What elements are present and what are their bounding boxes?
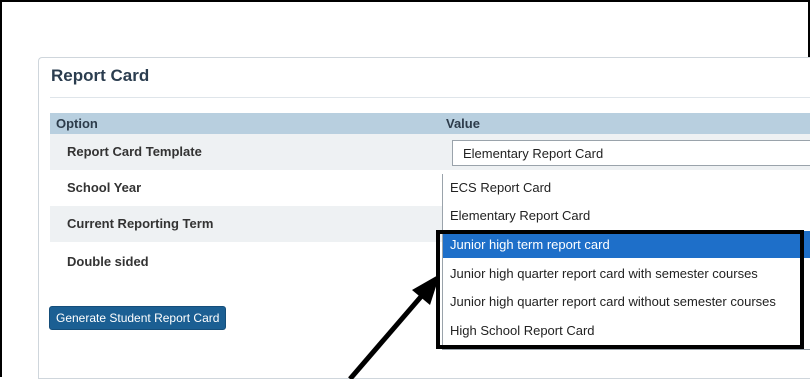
panel-title: Report Card — [51, 66, 150, 85]
row-label-template: Report Card Template — [67, 144, 202, 159]
row-label-reporting-term: Current Reporting Term — [67, 216, 214, 231]
dropdown-option-selected[interactable]: Junior high term report card — [443, 231, 810, 258]
generate-report-card-button[interactable]: Generate Student Report Card — [49, 306, 227, 330]
row-label-school-year: School Year — [67, 180, 142, 195]
table-row: Report Card Template Elementary Report C… — [50, 134, 810, 170]
dropdown-option[interactable]: Junior high quarter report card without … — [443, 288, 810, 315]
template-select-value: Elementary Report Card — [463, 146, 604, 161]
dropdown-option[interactable]: ECS Report Card — [443, 174, 810, 201]
title-divider — [50, 97, 810, 98]
header-option: Option — [56, 116, 98, 131]
row-label-double-sided: Double sided — [67, 254, 149, 269]
header-value: Value — [446, 116, 480, 131]
dropdown-option[interactable]: Junior high quarter report card with sem… — [443, 260, 810, 287]
template-dropdown-list: ECS Report Card Elementary Report Card J… — [442, 174, 810, 350]
dropdown-option[interactable]: Elementary Report Card — [443, 202, 810, 229]
table-header: Option Value — [50, 113, 810, 134]
dropdown-option[interactable]: High School Report Card — [443, 317, 810, 344]
template-select[interactable]: Elementary Report Card — [452, 140, 810, 166]
